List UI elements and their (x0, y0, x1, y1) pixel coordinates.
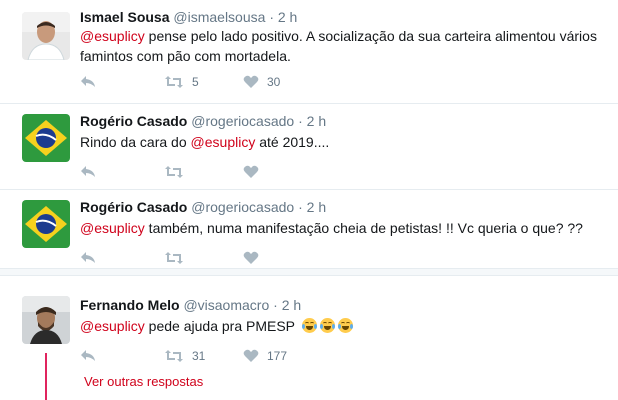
like-icon (243, 349, 259, 362)
reply-icon (81, 252, 95, 263)
retweet-button[interactable] (164, 162, 184, 182)
handle[interactable]: @ismaelsousa (173, 9, 265, 25)
reply-button[interactable] (80, 248, 96, 268)
tweet-actions: 31 177 (80, 346, 380, 366)
tweet-2: Rogério Casado @rogeriocasado · 2 h Rind… (0, 104, 618, 190)
tweet-actions: 5 30 (80, 72, 380, 92)
timestamp[interactable]: 2 h (307, 199, 326, 215)
tears-of-joy-emoji (319, 318, 335, 333)
mention-link[interactable]: @esuplicy (80, 28, 145, 44)
tears-of-joy-emoji (337, 318, 353, 333)
tweet-header: Fernando Melo @visaomacro · 2 h (80, 296, 301, 314)
tweet-actions (80, 162, 380, 182)
like-icon (243, 75, 259, 88)
retweet-count: 31 (192, 349, 206, 363)
like-count: 30 (267, 75, 281, 89)
retweet-icon (165, 252, 183, 264)
tweet-actions (80, 248, 380, 268)
tweet-text: @esuplicy pense pelo lado positivo. A so… (80, 26, 600, 66)
like-button[interactable] (243, 248, 259, 268)
more-replies-link[interactable]: Ver outras respostas (84, 374, 203, 389)
mention-link[interactable]: @esuplicy (191, 134, 256, 150)
retweet-count: 5 (192, 75, 199, 89)
tweet-body: pense pelo lado positivo. A socialização… (80, 28, 597, 64)
thread-line (45, 353, 47, 400)
tweet-text: Rindo da cara do @esuplicy até 2019.... (80, 132, 600, 152)
like-count: 177 (267, 349, 288, 363)
tweet-header: Ismael Sousa @ismaelsousa · 2 h (80, 8, 297, 26)
retweet-icon (165, 76, 183, 88)
reply-button[interactable] (80, 162, 96, 182)
reply-button[interactable] (80, 72, 96, 92)
separator-dot: · (273, 297, 278, 313)
avatar-fernando[interactable] (22, 296, 70, 344)
separator-dot: · (298, 113, 303, 129)
retweet-button[interactable] (164, 248, 184, 268)
reply-icon (81, 350, 95, 361)
like-icon (243, 165, 259, 178)
fullname[interactable]: Ismael Sousa (80, 9, 170, 25)
tweet-body-before: Rindo da cara do (80, 134, 191, 150)
mention-link[interactable]: @esuplicy (80, 318, 145, 334)
timestamp[interactable]: 2 h (282, 297, 301, 313)
like-button[interactable]: 177 (243, 346, 287, 366)
timestamp[interactable]: 2 h (307, 113, 326, 129)
tweet-body-after: até 2019.... (255, 134, 330, 150)
tweet-header: Rogério Casado @rogeriocasado · 2 h (80, 112, 326, 130)
retweet-icon (165, 166, 183, 178)
like-button[interactable] (243, 162, 259, 182)
tweet-text: @esuplicy também, numa manifestação chei… (80, 218, 600, 238)
tweet-body: pede ajuda pra PMESP (144, 318, 299, 334)
tweet-text: @esuplicy pede ajuda pra PMESP (80, 316, 600, 336)
avatar-rogerio-flag[interactable] (22, 114, 70, 162)
retweet-button[interactable]: 5 (164, 72, 199, 92)
timestamp[interactable]: 2 h (278, 9, 297, 25)
handle[interactable]: @rogeriocasado (191, 113, 294, 129)
reply-icon (81, 166, 95, 177)
tears-of-joy-emoji (301, 318, 317, 333)
handle[interactable]: @rogeriocasado (191, 199, 294, 215)
reply-button[interactable] (80, 346, 96, 366)
tweet-1: Ismael Sousa @ismaelsousa · 2 h @esuplic… (0, 0, 618, 104)
handle[interactable]: @visaomacro (183, 297, 269, 313)
reply-icon (81, 76, 95, 87)
fullname[interactable]: Fernando Melo (80, 297, 180, 313)
fullname[interactable]: Rogério Casado (80, 113, 187, 129)
tweet-body: também, numa manifestação cheia de petis… (144, 220, 583, 236)
retweet-icon (165, 350, 183, 362)
like-button[interactable]: 30 (243, 72, 280, 92)
tweet-header: Rogério Casado @rogeriocasado · 2 h (80, 198, 326, 216)
retweet-button[interactable]: 31 (164, 346, 205, 366)
avatar-rogerio-flag[interactable] (22, 200, 70, 248)
like-icon (243, 251, 259, 264)
fullname[interactable]: Rogério Casado (80, 199, 187, 215)
avatar-ismael[interactable] (22, 12, 70, 60)
mention-link[interactable]: @esuplicy (80, 220, 145, 236)
tweet-3: Rogério Casado @rogeriocasado · 2 h @esu… (0, 190, 618, 268)
conversation-separator (0, 268, 618, 276)
separator-dot: · (269, 9, 274, 25)
separator-dot: · (298, 199, 303, 215)
